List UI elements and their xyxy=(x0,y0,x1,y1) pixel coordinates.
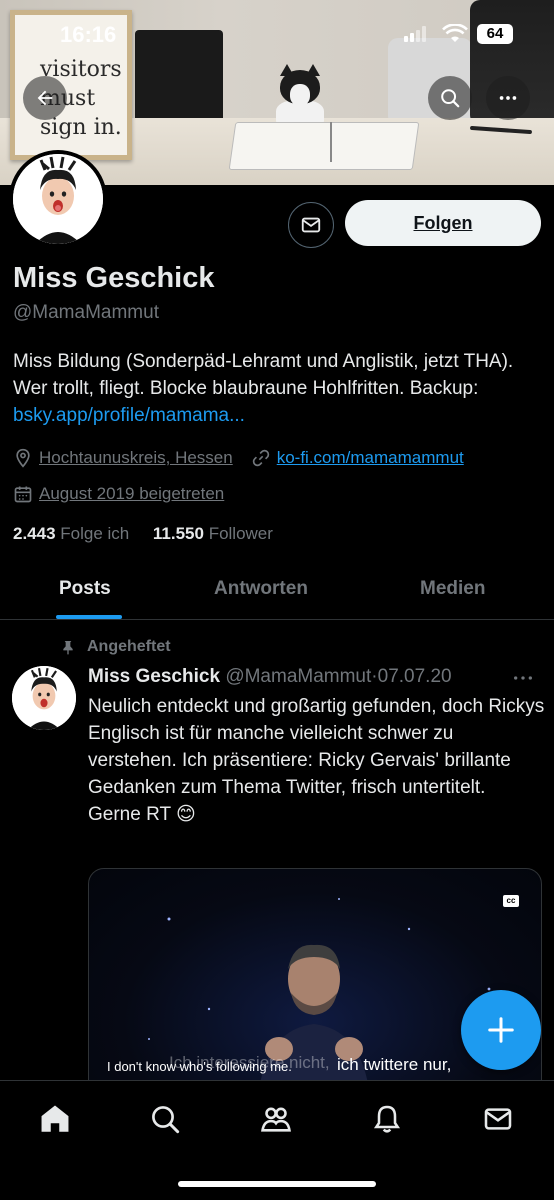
post-header: Miss Geschick @MamaMammut·07.07.20 xyxy=(88,666,452,688)
link-icon xyxy=(252,449,269,467)
message-button[interactable] xyxy=(288,202,334,248)
profile-meta-location-website: Hochtaunuskreis, Hessen ko-fi.com/mamama… xyxy=(13,448,464,468)
profile-meta-joined: August 2019 beigetreten xyxy=(13,484,224,504)
nav-messages[interactable] xyxy=(480,1101,516,1137)
more-button[interactable] xyxy=(486,76,530,120)
plus-icon xyxy=(488,1017,514,1043)
follow-counts: 2.443 Folge ich 11.550 Follower xyxy=(13,524,273,544)
post-author-handle[interactable]: @MamaMammut xyxy=(225,666,371,687)
video-subtitle-de: ich twittere nur, xyxy=(337,1055,452,1074)
arrow-left-icon xyxy=(37,90,53,106)
more-dots-icon xyxy=(499,96,517,100)
active-tab-indicator xyxy=(56,615,122,619)
post-avatar-illustration xyxy=(12,666,76,730)
location-text[interactable]: Hochtaunuskreis, Hessen xyxy=(39,448,233,468)
following-link[interactable]: 2.443 Folge ich xyxy=(13,524,129,543)
pin-icon xyxy=(63,641,73,655)
post-avatar[interactable] xyxy=(12,666,76,730)
followers-link[interactable]: 11.550 Follower xyxy=(153,524,273,543)
following-count: 2.443 xyxy=(13,524,56,543)
battery-indicator: 64 xyxy=(477,24,513,44)
avatar-illustration xyxy=(13,154,103,244)
closed-captions-icon[interactable]: cc xyxy=(503,895,519,907)
calendar-icon xyxy=(14,486,32,503)
tab-posts[interactable]: Posts xyxy=(59,578,111,600)
followers-count: 11.550 xyxy=(152,524,204,543)
profile-name: Miss Geschick xyxy=(13,262,215,294)
search-icon xyxy=(152,1106,180,1134)
banner-binder-rings xyxy=(330,122,344,162)
video-subtitle-faded: Ich interessiere nicht, xyxy=(169,1053,330,1072)
profile-tabs: Posts Antworten Medien xyxy=(0,560,554,620)
envelope-icon xyxy=(484,1108,512,1130)
follow-button[interactable]: Folgen xyxy=(345,200,541,246)
joined-text: August 2019 beigetreten xyxy=(39,484,225,503)
profile-avatar[interactable] xyxy=(9,150,107,248)
communities-icon xyxy=(261,1107,291,1132)
tab-replies[interactable]: Antworten xyxy=(214,578,308,600)
post-text: Neulich entdeckt und großartig gefunden,… xyxy=(88,693,546,828)
bio-text: Miss Bildung (Sonderpäd-Lehramt und Angl… xyxy=(13,351,514,399)
tab-media[interactable]: Medien xyxy=(420,578,485,600)
search-button[interactable] xyxy=(428,76,472,120)
nav-communities[interactable] xyxy=(258,1101,294,1137)
home-icon xyxy=(41,1105,69,1132)
wifi-icon xyxy=(442,24,468,42)
bio-backup-link[interactable]: bsky.app/profile/mamama... xyxy=(13,405,245,426)
banner-cat xyxy=(276,64,324,128)
signal-icon xyxy=(404,26,426,42)
post-date[interactable]: 07.07.20 xyxy=(378,666,452,687)
search-icon xyxy=(441,89,460,108)
following-label: Folge ich xyxy=(60,524,130,543)
post-author-name[interactable]: Miss Geschick xyxy=(88,666,220,687)
bell-icon xyxy=(373,1105,401,1133)
back-button[interactable] xyxy=(23,76,67,120)
location-pin-icon xyxy=(16,448,30,468)
status-bar: 16:16 64 xyxy=(0,22,554,52)
profile-handle: @MamaMammut xyxy=(13,302,159,323)
status-time: 16:16 xyxy=(60,22,117,47)
pinned-label: Angeheftet xyxy=(60,638,171,656)
home-indicator[interactable] xyxy=(178,1181,376,1187)
envelope-icon xyxy=(301,217,321,233)
followers-label: Follower xyxy=(208,524,273,543)
profile-bio: Miss Bildung (Sonderpäd-Lehramt und Angl… xyxy=(13,348,543,429)
nav-notifications[interactable] xyxy=(369,1101,405,1137)
website-link[interactable]: ko-fi.com/mamamammut xyxy=(277,448,464,468)
post-body-line2: Gerne RT 😊 xyxy=(88,804,196,825)
post-body: Neulich entdeckt und großartig gefunden,… xyxy=(88,696,545,798)
nav-home[interactable] xyxy=(37,1101,73,1137)
banner-binder xyxy=(228,122,420,170)
nav-search[interactable] xyxy=(147,1101,183,1137)
compose-button[interactable] xyxy=(461,990,541,1070)
post-more-icon[interactable] xyxy=(512,670,534,686)
